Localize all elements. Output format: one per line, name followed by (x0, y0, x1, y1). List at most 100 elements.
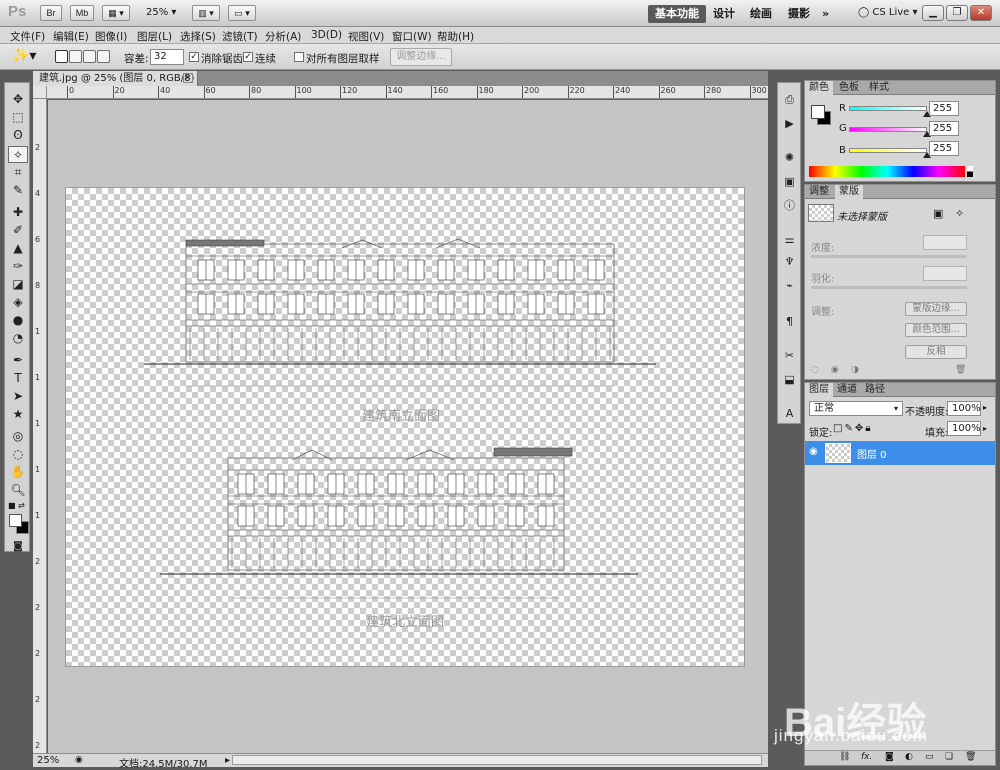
navigator-panel-icon[interactable]: ▣ (781, 173, 798, 190)
tab-adjustments[interactable]: 调整 (805, 185, 833, 199)
fill-input[interactable]: 100% (947, 421, 981, 436)
menu-edit[interactable]: 编辑(E) (53, 29, 89, 44)
antialias-checkbox[interactable]: ✓ (189, 52, 199, 62)
red-slider[interactable] (849, 106, 927, 111)
pixel-mask-icon[interactable]: ▣ (933, 207, 943, 220)
document-canvas[interactable]: 建筑南立面图 建筑北立面图 (65, 187, 745, 667)
menu-view[interactable]: 视图(V) (348, 29, 384, 44)
tab-color[interactable]: 颜色 (805, 81, 833, 95)
lock-icons[interactable]: □✎✥🔒︎ (833, 423, 873, 434)
foreground-color-preview[interactable] (811, 105, 825, 119)
menu-select[interactable]: 选择(S) (180, 29, 216, 44)
magic-wand-tool-preset-icon[interactable]: ✨▾ (12, 48, 36, 64)
refine-edge-button[interactable]: 调整边缘... (390, 48, 452, 66)
color-swatches[interactable] (8, 513, 30, 535)
view-extras-button[interactable]: ▦ ▾ (102, 5, 130, 21)
shape-tool-icon[interactable]: ★ (8, 406, 28, 423)
type-tool-icon[interactable]: T (8, 370, 28, 387)
history-panel-icon[interactable]: ⎙ (781, 91, 798, 108)
paint-bucket-tool-icon[interactable]: ◈ (8, 294, 28, 311)
horizontal-ruler[interactable]: 0 20 40 60 80 100 120 140 160 180 200 220 240 260 280 3… (47, 86, 768, 99)
layer-name[interactable]: 图层 0 (857, 446, 887, 461)
menu-3d[interactable]: 3D(D) (311, 29, 342, 41)
new-layer-icon[interactable]: ❏ (945, 752, 953, 762)
info-panel-icon[interactable]: ⓘ (781, 197, 798, 214)
layer-visibility-eye-icon[interactable]: ◉ (809, 446, 818, 457)
hand-tool-icon[interactable]: ✋ (8, 464, 28, 481)
layer-style-icon[interactable]: fx. (861, 752, 872, 762)
blur-tool-icon[interactable]: ● (8, 312, 28, 329)
more-workspaces-button[interactable]: » (815, 5, 836, 23)
vertical-ruler[interactable]: 2 4 6 8 1 1 1 1 1 2 2 2 2 2 (33, 99, 47, 753)
link-layers-icon[interactable]: ⛓ (839, 752, 850, 762)
blue-value[interactable]: 255 (929, 141, 959, 156)
tab-paths[interactable]: 路径 (861, 383, 889, 397)
red-value[interactable]: 255 (929, 101, 959, 116)
ruler-origin[interactable] (33, 86, 47, 99)
menu-file[interactable]: 文件(F) (10, 29, 45, 44)
delete-layer-icon[interactable]: 🗑︎ (965, 752, 976, 762)
screen-mode-button[interactable]: ▭ ▾ (228, 5, 256, 21)
clone-stamp-tool-icon[interactable]: ▲ (8, 240, 28, 257)
close-document-icon[interactable]: ✕ (183, 73, 193, 83)
tolerance-input[interactable]: 32 (150, 49, 184, 65)
restore-button[interactable]: ❐ (946, 5, 968, 21)
load-selection-icon[interactable]: ◌ (811, 365, 819, 375)
opacity-input[interactable]: 100% (947, 401, 981, 416)
workspace-photography[interactable]: 摄影 (781, 5, 817, 23)
sample-all-layers-checkbox[interactable] (294, 52, 304, 62)
arrange-documents-button[interactable]: ▥ ▾ (192, 5, 220, 21)
3d-rotate-tool-icon[interactable]: ◎ (8, 428, 28, 445)
fill-arrow-icon[interactable]: ▸ (983, 424, 987, 433)
status-menu-arrow-icon[interactable]: ▸ (225, 755, 230, 766)
marquee-tool-icon[interactable]: ⬚ (8, 109, 28, 126)
minibridge-button[interactable]: Mb (70, 5, 94, 21)
adjustment-layer-icon[interactable]: ◐ (905, 752, 913, 762)
invert-button[interactable]: 反相 (905, 345, 967, 359)
3d-panel-icon[interactable]: ✺ (781, 149, 798, 166)
pen-tool-icon[interactable]: ✒ (8, 352, 28, 369)
subtract-from-selection-icon[interactable] (83, 50, 96, 63)
tool-presets-icon[interactable]: ⌁ (781, 277, 798, 294)
status-options-icon[interactable]: ◉ (75, 755, 83, 765)
opacity-arrow-icon[interactable]: ▸ (983, 403, 987, 412)
path-selection-tool-icon[interactable]: ➤ (8, 388, 28, 405)
document-tab[interactable]: 建筑.jpg @ 25% (图层 0, RGB/8) * ✕ (33, 71, 198, 99)
character-panel-icon[interactable]: A (781, 405, 798, 422)
actions-panel-icon[interactable]: ▶ (781, 115, 798, 132)
paragraph-panel-icon[interactable]: ¶ (781, 313, 798, 330)
cs-live-button[interactable]: ◯ CS Live ▾ (858, 7, 918, 18)
workspace-essentials[interactable]: 基本功能 (648, 5, 706, 23)
status-zoom[interactable]: 25% (37, 755, 59, 766)
healing-brush-tool-icon[interactable]: ✚ (8, 204, 28, 221)
add-to-selection-icon[interactable] (69, 50, 82, 63)
black-white-ramp[interactable] (967, 166, 973, 177)
new-selection-icon[interactable] (55, 50, 68, 63)
tab-layers[interactable]: 图层 (805, 383, 833, 397)
close-button[interactable]: ✕ (970, 5, 992, 21)
quick-mask-icon[interactable]: ◙ (8, 538, 28, 555)
workspace-painting[interactable]: 绘画 (743, 5, 779, 23)
delete-mask-icon[interactable]: 🗑︎ (955, 365, 966, 375)
bridge-button[interactable]: Br (40, 5, 62, 21)
lasso-tool-icon[interactable]: ʘ (8, 127, 28, 144)
eraser-tool-icon[interactable]: ◪ (8, 276, 28, 293)
tab-styles[interactable]: 样式 (865, 81, 893, 95)
tab-swatches[interactable]: 色板 (835, 81, 863, 95)
intersect-selection-icon[interactable] (97, 50, 110, 63)
clone-source-icon[interactable]: ♆ (781, 253, 798, 270)
brush-presets-icon[interactable]: ⚌ (781, 231, 798, 248)
crop-tool-icon[interactable]: ⌗ (8, 164, 28, 181)
minimize-button[interactable]: ▁ (922, 5, 944, 21)
menu-filter[interactable]: 滤镜(T) (222, 29, 258, 44)
add-mask-icon[interactable]: ◙ (885, 752, 894, 762)
green-value[interactable]: 255 (929, 121, 959, 136)
menu-image[interactable]: 图像(I) (95, 29, 127, 44)
move-tool-icon[interactable]: ✥ (8, 91, 28, 108)
menu-analysis[interactable]: 分析(A) (265, 29, 301, 44)
canvas-workspace[interactable]: 建筑南立面图 建筑北立面图 (48, 100, 768, 753)
zoom-tool-icon[interactable]: 🔍︎ (8, 482, 28, 499)
color-ramp[interactable] (809, 166, 965, 177)
horizontal-scrollbar[interactable] (232, 755, 762, 765)
disable-mask-icon[interactable]: ◑ (851, 365, 859, 375)
